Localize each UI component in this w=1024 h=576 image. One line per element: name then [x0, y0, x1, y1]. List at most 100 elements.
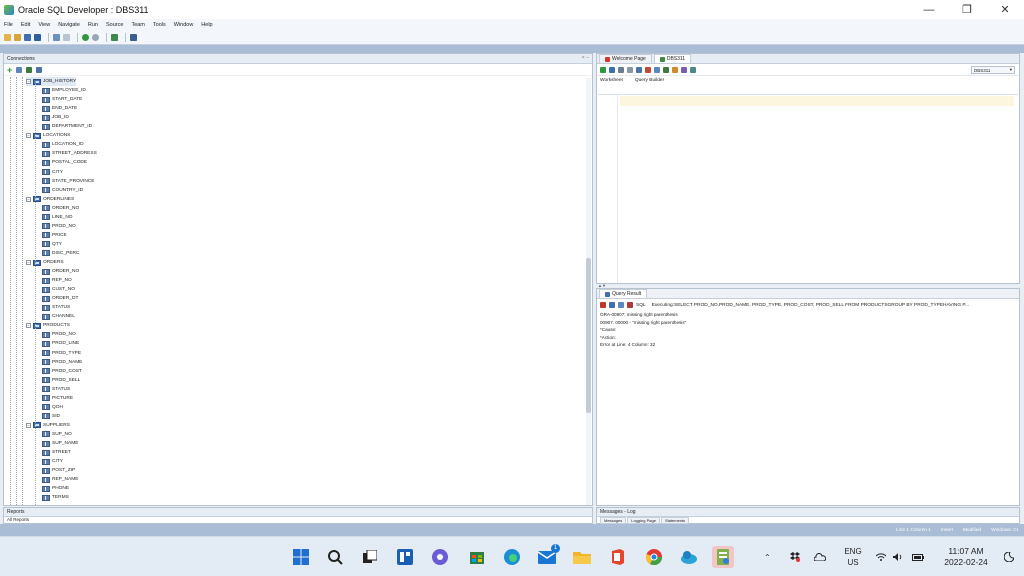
tree-column-node[interactable]: DISC_PERC — [42, 249, 79, 258]
subtab-query-builder[interactable]: Query Builder — [635, 78, 664, 83]
tree-column-node[interactable]: PROD_NAME — [42, 358, 82, 367]
back-icon[interactable] — [82, 33, 89, 41]
tree-column-node[interactable]: PICTURE — [42, 394, 73, 403]
tree-column-node[interactable]: TERMS — [42, 493, 69, 502]
undo-icon[interactable] — [53, 33, 60, 41]
tree-table-node[interactable]: − JOB_HISTORY — [26, 77, 77, 86]
tab-messages[interactable]: Messages — [600, 517, 627, 524]
run-script-icon[interactable] — [609, 66, 615, 73]
stop-icon[interactable] — [627, 302, 633, 308]
mail-button[interactable]: 1 — [536, 544, 560, 568]
panel-controls[interactable]: × − — [582, 55, 589, 61]
tree-column-node[interactable]: STATUS — [42, 385, 70, 394]
tree-column-node[interactable]: START_DATE — [42, 95, 82, 104]
rollback-icon[interactable] — [627, 66, 633, 73]
autotrace-icon[interactable] — [645, 66, 651, 73]
restore-button[interactable]: ❐ — [948, 0, 986, 19]
store-button[interactable] — [466, 546, 488, 568]
tree-column-node[interactable]: QOH — [42, 403, 63, 412]
tree-column-node[interactable]: CITY — [42, 168, 63, 177]
tree-table-node[interactable]: − LOCATIONS — [26, 131, 70, 140]
collapse-toggle-icon[interactable]: − — [26, 196, 31, 202]
menu-tools[interactable]: Tools — [153, 22, 166, 28]
pin-icon[interactable] — [600, 302, 606, 308]
tree-column-node[interactable]: ORDER_DT — [42, 294, 78, 303]
tree-table-node[interactable]: − PRODUCTS — [26, 321, 70, 330]
tree-column-node[interactable]: ORDER_NO — [42, 204, 79, 213]
add-connection-icon[interactable]: + — [7, 65, 12, 74]
sql-developer-taskbar-button[interactable] — [712, 546, 734, 568]
battery-button[interactable] — [912, 537, 924, 576]
menu-edit[interactable]: Edit — [21, 22, 30, 28]
tree-column-node[interactable]: STREET — [42, 448, 71, 457]
redo-icon[interactable] — [63, 33, 70, 41]
open-folder-icon[interactable] — [14, 33, 21, 41]
tree-column-node[interactable]: PROD_COST — [42, 367, 82, 376]
run-statement-icon[interactable] — [600, 66, 606, 73]
tab-logging-page[interactable]: Logging Page — [627, 517, 660, 524]
minimize-button[interactable]: — — [910, 0, 948, 19]
tree-column-node[interactable]: POST_ZIP — [42, 466, 75, 475]
forward-icon[interactable] — [92, 33, 99, 41]
collapse-toggle-icon[interactable]: − — [26, 79, 31, 84]
tab-dbs311[interactable]: DBS311 — [653, 54, 692, 63]
export-icon[interactable] — [609, 302, 615, 308]
tree-column-node[interactable]: REP_NAME — [42, 475, 78, 484]
tab-statements[interactable]: Statements — [660, 517, 690, 524]
tree-table-node[interactable]: − ORDERLINES — [26, 195, 74, 204]
sql-editor[interactable] — [598, 94, 1018, 283]
menu-view[interactable]: View — [38, 22, 50, 28]
schema-browser-icon[interactable] — [36, 66, 43, 73]
connection-select[interactable]: DBS311 ▾ — [971, 66, 1015, 74]
search-button[interactable] — [324, 546, 346, 568]
tree-column-node[interactable]: DEPARTMENT_ID — [42, 122, 92, 131]
reports-item-all[interactable]: All Reports — [4, 517, 592, 524]
format-icon[interactable] — [663, 66, 669, 73]
language-indicator[interactable]: ENG US — [838, 546, 868, 568]
remote-app-button[interactable] — [678, 546, 700, 568]
tree-column-node[interactable]: PROD_SELL — [42, 376, 80, 385]
explain-plan-icon[interactable] — [636, 66, 642, 73]
widgets-button[interactable] — [394, 546, 416, 568]
binoculars-icon[interactable] — [130, 33, 137, 41]
tree-column-node[interactable]: ORDER_NO — [42, 267, 79, 276]
task-view-button[interactable] — [359, 546, 381, 568]
notifications-button[interactable] — [1004, 537, 1014, 576]
menu-file[interactable]: File — [4, 22, 13, 28]
tab-welcome-page[interactable]: Welcome Page — [599, 54, 652, 63]
save-all-icon[interactable] — [34, 33, 41, 41]
show-hidden-icons-button[interactable]: ⌃ — [764, 537, 771, 576]
subtab-worksheet[interactable]: Worksheet — [600, 78, 623, 83]
clear-icon[interactable] — [672, 66, 678, 73]
tree-column-node[interactable]: PROD_LINE — [42, 339, 79, 348]
save-icon[interactable] — [24, 33, 31, 41]
file-explorer-button[interactable] — [571, 546, 593, 568]
onedrive-button[interactable] — [814, 537, 826, 576]
unshared-worksheet-icon[interactable] — [690, 66, 696, 73]
filter-icon[interactable] — [26, 66, 33, 73]
new-file-icon[interactable] — [4, 33, 11, 41]
tree-column-node[interactable]: PROD_NO — [42, 222, 76, 231]
tree-column-node[interactable]: CUST_NO — [42, 285, 75, 294]
clock[interactable]: 11:07 AM 2022-02-24 — [934, 546, 998, 568]
menu-help[interactable]: Help — [201, 22, 212, 28]
tree-column-node[interactable]: COUNTRY_ID — [42, 186, 83, 195]
tree-column-node[interactable]: REP_NO — [42, 276, 72, 285]
chrome-button[interactable] — [643, 546, 665, 568]
volume-button[interactable] — [893, 537, 903, 576]
tree-column-node[interactable]: PROD_NO — [42, 330, 76, 339]
tree-column-node[interactable]: SUP_NO — [42, 430, 72, 439]
tree-column-node[interactable]: QTY — [42, 240, 62, 249]
tree-column-node[interactable]: CHANNEL — [42, 312, 75, 321]
network-button[interactable] — [876, 537, 886, 576]
menu-team[interactable]: Team — [131, 22, 144, 28]
collapse-toggle-icon[interactable]: − — [26, 260, 31, 265]
close-button[interactable]: ✕ — [986, 0, 1024, 19]
tree-table-node[interactable]: − SUPPLIERS — [26, 421, 70, 430]
sql-tuning-icon[interactable] — [654, 66, 660, 73]
tree-column-node[interactable]: STATUS — [42, 303, 70, 312]
office-button[interactable] — [606, 546, 628, 568]
sql-label[interactable]: SQL — [636, 303, 646, 308]
menu-navigate[interactable]: Navigate — [58, 22, 80, 28]
collapse-toggle-icon[interactable]: − — [26, 133, 31, 139]
